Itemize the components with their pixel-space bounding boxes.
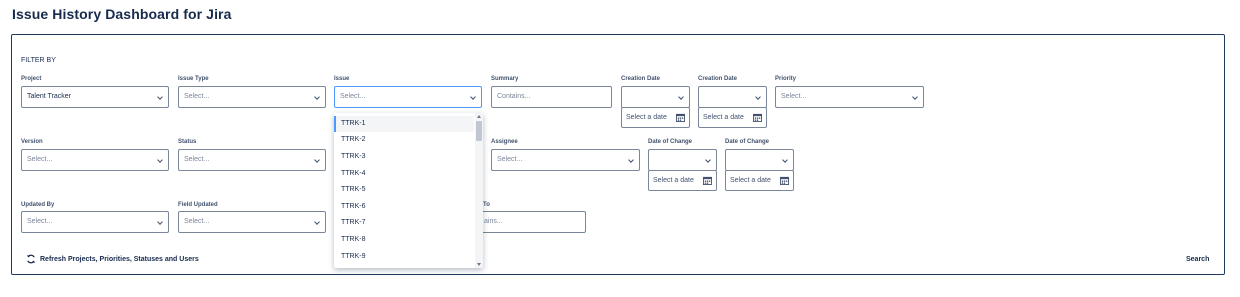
to-label: To — [483, 202, 490, 208]
summary-placeholder: Contains... — [497, 93, 531, 100]
chevron-down-icon — [755, 94, 761, 100]
field-updated-select[interactable]: Select... — [178, 211, 326, 233]
calendar-icon[interactable] — [753, 113, 762, 122]
date-of-change-from-placeholder: Select a date — [653, 177, 694, 184]
issue-select[interactable]: Select... — [334, 86, 482, 108]
issue-option[interactable]: TTRK-5 — [334, 182, 474, 198]
summary-input[interactable]: Contains... — [491, 86, 612, 108]
updated-by-placeholder: Select... — [27, 218, 53, 225]
project-select[interactable]: Talent Tracker — [21, 86, 169, 108]
assignee-label: Assignee — [491, 139, 518, 145]
creation-date-from-picker[interactable]: Select a date — [621, 107, 690, 128]
issue-option[interactable]: TTRK-2 — [334, 132, 474, 148]
issue-option[interactable]: TTRK-9 — [334, 249, 474, 265]
chevron-down-icon — [628, 157, 634, 163]
assignee-placeholder: Select... — [497, 156, 523, 163]
issue-option[interactable]: TTRK-8 — [334, 232, 474, 248]
calendar-icon[interactable] — [703, 176, 712, 185]
issue-option[interactable]: TTRK-7 — [334, 215, 474, 231]
field-updated-placeholder: Select... — [184, 218, 210, 225]
field-updated-label: Field Updated — [178, 202, 218, 208]
chevron-down-icon — [314, 94, 320, 100]
issue-option[interactable]: TTRK-1 — [334, 116, 474, 132]
issue-placeholder: Select... — [340, 93, 366, 100]
scroll-down-arrow-icon[interactable] — [477, 263, 481, 266]
issue-label: Issue — [334, 76, 350, 82]
issue-type-label: Issue Type — [178, 76, 209, 82]
to-placeholder: ains... — [484, 218, 503, 225]
status-placeholder: Select... — [184, 156, 210, 163]
filter-heading: FILTER BY — [21, 57, 56, 64]
refresh-label: Refresh Projects, Priorities, Statuses a… — [40, 255, 199, 263]
assignee-select[interactable]: Select... — [491, 149, 640, 171]
creation-date-from-label: Creation Date — [621, 76, 661, 82]
calendar-icon[interactable] — [676, 113, 685, 122]
page-title: Issue History Dashboard for Jira — [12, 6, 232, 22]
project-label: Project — [21, 76, 42, 82]
priority-label: Priority — [775, 76, 797, 82]
issue-type-placeholder: Select... — [184, 93, 210, 100]
chevron-down-icon — [678, 94, 684, 100]
date-of-change-to-label: Date of Change — [725, 139, 770, 145]
creation-date-to-placeholder: Select a date — [703, 114, 744, 121]
scrollbar-thumb[interactable] — [476, 121, 482, 141]
creation-date-to-mode-select[interactable] — [698, 86, 767, 108]
date-of-change-from-mode-select[interactable] — [648, 149, 717, 171]
project-value: Talent Tracker — [27, 93, 71, 100]
issue-option[interactable]: TTRK-6 — [334, 199, 474, 215]
chevron-down-icon — [157, 94, 163, 100]
date-of-change-from-label: Date of Change — [648, 139, 693, 145]
version-label: Version — [21, 139, 43, 145]
date-of-change-from-picker[interactable]: Select a date — [648, 170, 717, 191]
scroll-up-arrow-icon[interactable] — [477, 115, 481, 118]
creation-date-from-mode-select[interactable] — [621, 86, 690, 108]
chevron-down-icon — [912, 94, 918, 100]
to-input[interactable]: ains... — [470, 211, 586, 233]
chevron-down-icon — [782, 157, 788, 163]
chevron-down-icon — [705, 157, 711, 163]
creation-date-from-placeholder: Select a date — [626, 114, 667, 121]
status-select[interactable]: Select... — [178, 149, 326, 171]
date-of-change-to-picker[interactable]: Select a date — [725, 170, 794, 191]
version-select[interactable]: Select... — [21, 149, 169, 171]
issue-type-select[interactable]: Select... — [178, 86, 326, 108]
chevron-down-icon — [157, 157, 163, 163]
summary-label: Summary — [491, 76, 519, 82]
chevron-down-icon — [470, 94, 476, 100]
refresh-icon — [27, 254, 35, 264]
date-of-change-to-mode-select[interactable] — [725, 149, 794, 171]
search-button[interactable]: Search — [1186, 256, 1209, 263]
version-placeholder: Select... — [27, 156, 53, 163]
issue-option[interactable]: TTRK-3 — [334, 149, 474, 165]
chevron-down-icon — [314, 219, 320, 225]
creation-date-to-label: Creation Date — [698, 76, 738, 82]
issue-option[interactable]: TTRK-4 — [334, 166, 474, 182]
refresh-button[interactable]: Refresh Projects, Priorities, Statuses a… — [26, 254, 199, 264]
priority-placeholder: Select... — [781, 93, 807, 100]
priority-select[interactable]: Select... — [775, 86, 924, 108]
chevron-down-icon — [314, 157, 320, 163]
dropdown-scrollbar[interactable] — [475, 113, 483, 268]
date-of-change-to-placeholder: Select a date — [730, 177, 771, 184]
status-label: Status — [178, 139, 197, 145]
updated-by-label: Updated By — [21, 202, 55, 208]
creation-date-to-picker[interactable]: Select a date — [698, 107, 767, 128]
issue-dropdown-menu: TTRK-1 TTRK-2 TTRK-3 TTRK-4 TTRK-5 TTRK-… — [334, 113, 483, 268]
calendar-icon[interactable] — [780, 176, 789, 185]
chevron-down-icon — [157, 219, 163, 225]
updated-by-select[interactable]: Select... — [21, 211, 169, 233]
